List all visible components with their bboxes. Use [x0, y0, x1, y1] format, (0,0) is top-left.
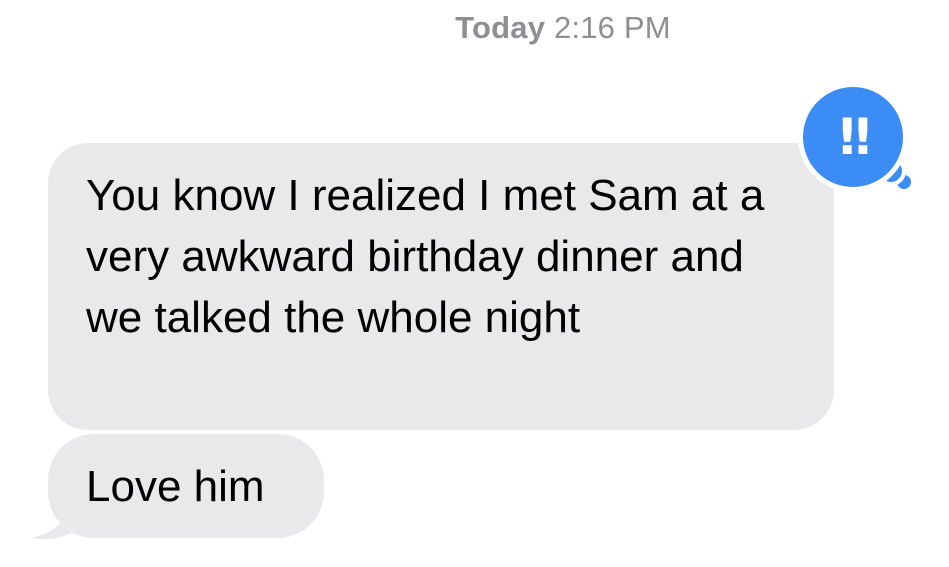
message-text: Love him: [86, 462, 265, 511]
timestamp-time: 2:16 PM: [553, 10, 671, 45]
message-bubble-incoming-last[interactable]: Love him: [48, 434, 324, 538]
message-bubble-incoming[interactable]: You know I realized I met Sam at a very …: [48, 143, 834, 430]
timestamp-day: Today: [455, 10, 546, 45]
double-exclamation-icon: ‼: [839, 108, 870, 166]
conversation-timestamp: Today 2:16 PM: [0, 10, 949, 46]
message-text: You know I realized I met Sam at a very …: [86, 171, 765, 342]
exclamation-reaction-badge[interactable]: ‼: [798, 82, 918, 192]
